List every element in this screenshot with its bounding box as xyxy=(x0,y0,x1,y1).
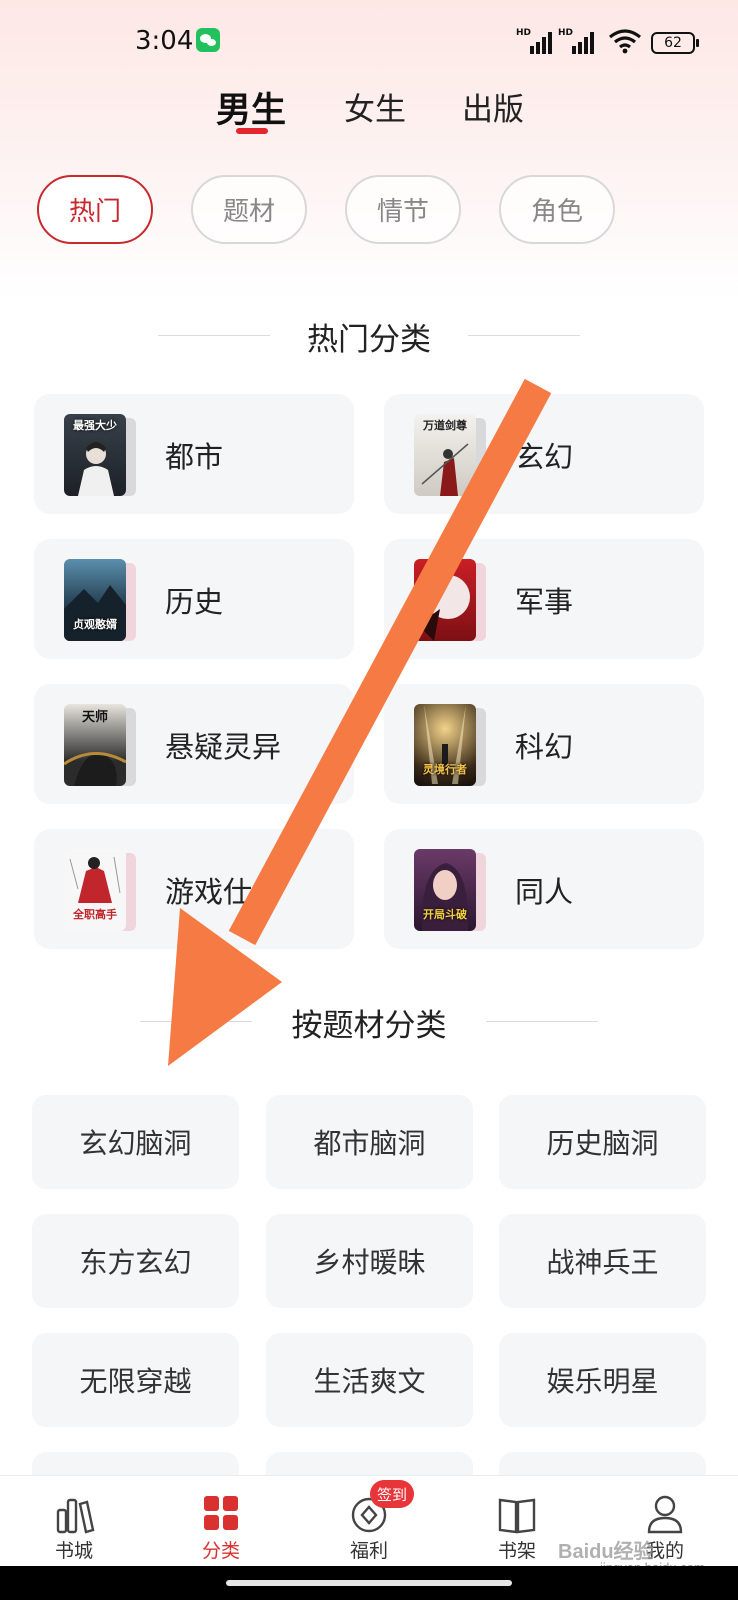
book-cover-stack: 天师 xyxy=(64,704,136,786)
category-card-youxi[interactable]: 全职高手 游戏仕 xyxy=(34,829,354,949)
filter-pill-role[interactable]: 角色 xyxy=(499,175,615,244)
book-cover: 最强大少 xyxy=(64,414,126,496)
filter-pill-plot[interactable]: 情节 xyxy=(345,175,461,244)
bookshelf-icon xyxy=(498,1498,536,1534)
tab-publish[interactable]: 出版 xyxy=(462,84,524,129)
book-cover-stack: 贞观憨婿 xyxy=(64,559,136,641)
filter-pill-hot[interactable]: 热门 xyxy=(37,175,153,244)
theme-chip-shenghuo[interactable]: 生活爽文 xyxy=(266,1333,473,1427)
theme-chip-xiangcun[interactable]: 乡村暖昧 xyxy=(266,1214,473,1308)
nav-label: 书城 xyxy=(54,1540,93,1562)
nav-label: 分类 xyxy=(201,1540,240,1562)
theme-chip-xuanhuan-naodong[interactable]: 玄幻脑洞 xyxy=(32,1095,239,1189)
category-card-dushi[interactable]: 最强大少 都市 xyxy=(34,394,354,514)
category-label: 玄幻 xyxy=(515,440,574,474)
book-cover-stack: 灵境行者 xyxy=(414,704,486,786)
status-bar: 3:04 HD HD 62 xyxy=(0,0,738,80)
book-cover-stack xyxy=(414,559,486,641)
theme-chip-zhanshen[interactable]: 战神兵王 xyxy=(499,1214,706,1308)
divider-right xyxy=(468,335,580,336)
cover-battle-icon xyxy=(418,575,470,641)
theme-chip-lishi-naodong[interactable]: 历史脑洞 xyxy=(499,1095,706,1189)
category-label: 军事 xyxy=(515,585,574,619)
sign-in-badge[interactable]: 签到 xyxy=(370,1480,414,1508)
book-cover-stack: 全职高手 xyxy=(64,849,136,931)
category-card-xuanyi[interactable]: 天师 悬疑灵异 xyxy=(34,684,354,804)
category-card-lishi[interactable]: 贞观憨婿 历史 xyxy=(34,539,354,659)
tab-male[interactable]: 男生 xyxy=(216,82,286,133)
wifi-icon xyxy=(609,29,641,54)
category-label: 都市 xyxy=(165,440,224,474)
category-label: 同人 xyxy=(515,875,574,909)
book-cover-stack: 开局斗破 xyxy=(414,849,486,931)
wechat-notification-icon xyxy=(196,28,220,52)
profile-icon xyxy=(647,1495,683,1534)
book-cover-stack: 万道剑尊 xyxy=(414,414,486,496)
book-cover: 贞观憨婿 xyxy=(64,559,126,641)
section-title: 热门分类 xyxy=(307,322,431,358)
nav-item-category[interactable]: 分类 xyxy=(176,1476,266,1566)
theme-chip-wuxian[interactable]: 无限穿越 xyxy=(32,1333,239,1427)
home-indicator[interactable] xyxy=(226,1580,512,1586)
theme-chip-dushi-naodong[interactable]: 都市脑洞 xyxy=(266,1095,473,1189)
category-label: 历史 xyxy=(165,585,224,619)
category-label: 科幻 xyxy=(515,730,574,764)
cell-signal-icon: HD xyxy=(516,28,554,54)
book-cover: 万道剑尊 xyxy=(414,414,476,496)
theme-section-header: 按题材分类 xyxy=(0,996,738,1046)
book-cover: 天师 xyxy=(64,704,126,786)
filter-pill-theme[interactable]: 题材 xyxy=(191,175,307,244)
book-cover: 开局斗破 xyxy=(414,849,476,931)
book-cover-stack: 最强大少 xyxy=(64,414,136,496)
bookstore-icon xyxy=(56,1498,95,1534)
category-grid-icon xyxy=(204,1496,238,1530)
section-title: 按题材分类 xyxy=(291,1008,447,1044)
tab-female[interactable]: 女生 xyxy=(344,84,406,129)
category-card-tongren[interactable]: 开局斗破 同人 xyxy=(384,829,704,949)
category-card-xuanhuan[interactable]: 万道剑尊 玄幻 xyxy=(384,394,704,514)
battery-icon: 62 xyxy=(651,32,699,54)
divider-right xyxy=(486,1021,598,1022)
nav-label: 福利 xyxy=(349,1540,388,1562)
hot-section-header: 热门分类 xyxy=(0,310,738,360)
active-tab-indicator xyxy=(236,128,268,134)
book-cover xyxy=(414,559,476,641)
theme-chip-yule[interactable]: 娱乐明星 xyxy=(499,1333,706,1427)
status-time: 3:04 xyxy=(135,26,194,56)
nav-item-bookstore[interactable]: 书城 xyxy=(29,1476,119,1566)
theme-chip-dongfang-xuanhuan[interactable]: 东方玄幻 xyxy=(32,1214,239,1308)
category-label: 游戏仕 xyxy=(165,875,253,909)
nav-label: 书架 xyxy=(497,1540,536,1562)
book-cover: 全职高手 xyxy=(64,849,126,931)
category-card-junshi[interactable]: 军事 xyxy=(384,539,704,659)
cell-signal-icon-2: HD xyxy=(558,28,596,54)
category-label: 悬疑灵异 xyxy=(165,730,282,764)
nav-item-bookshelf[interactable]: 书架 xyxy=(472,1476,562,1566)
book-cover: 灵境行者 xyxy=(414,704,476,786)
category-card-kehuan[interactable]: 灵境行者 科幻 xyxy=(384,684,704,804)
